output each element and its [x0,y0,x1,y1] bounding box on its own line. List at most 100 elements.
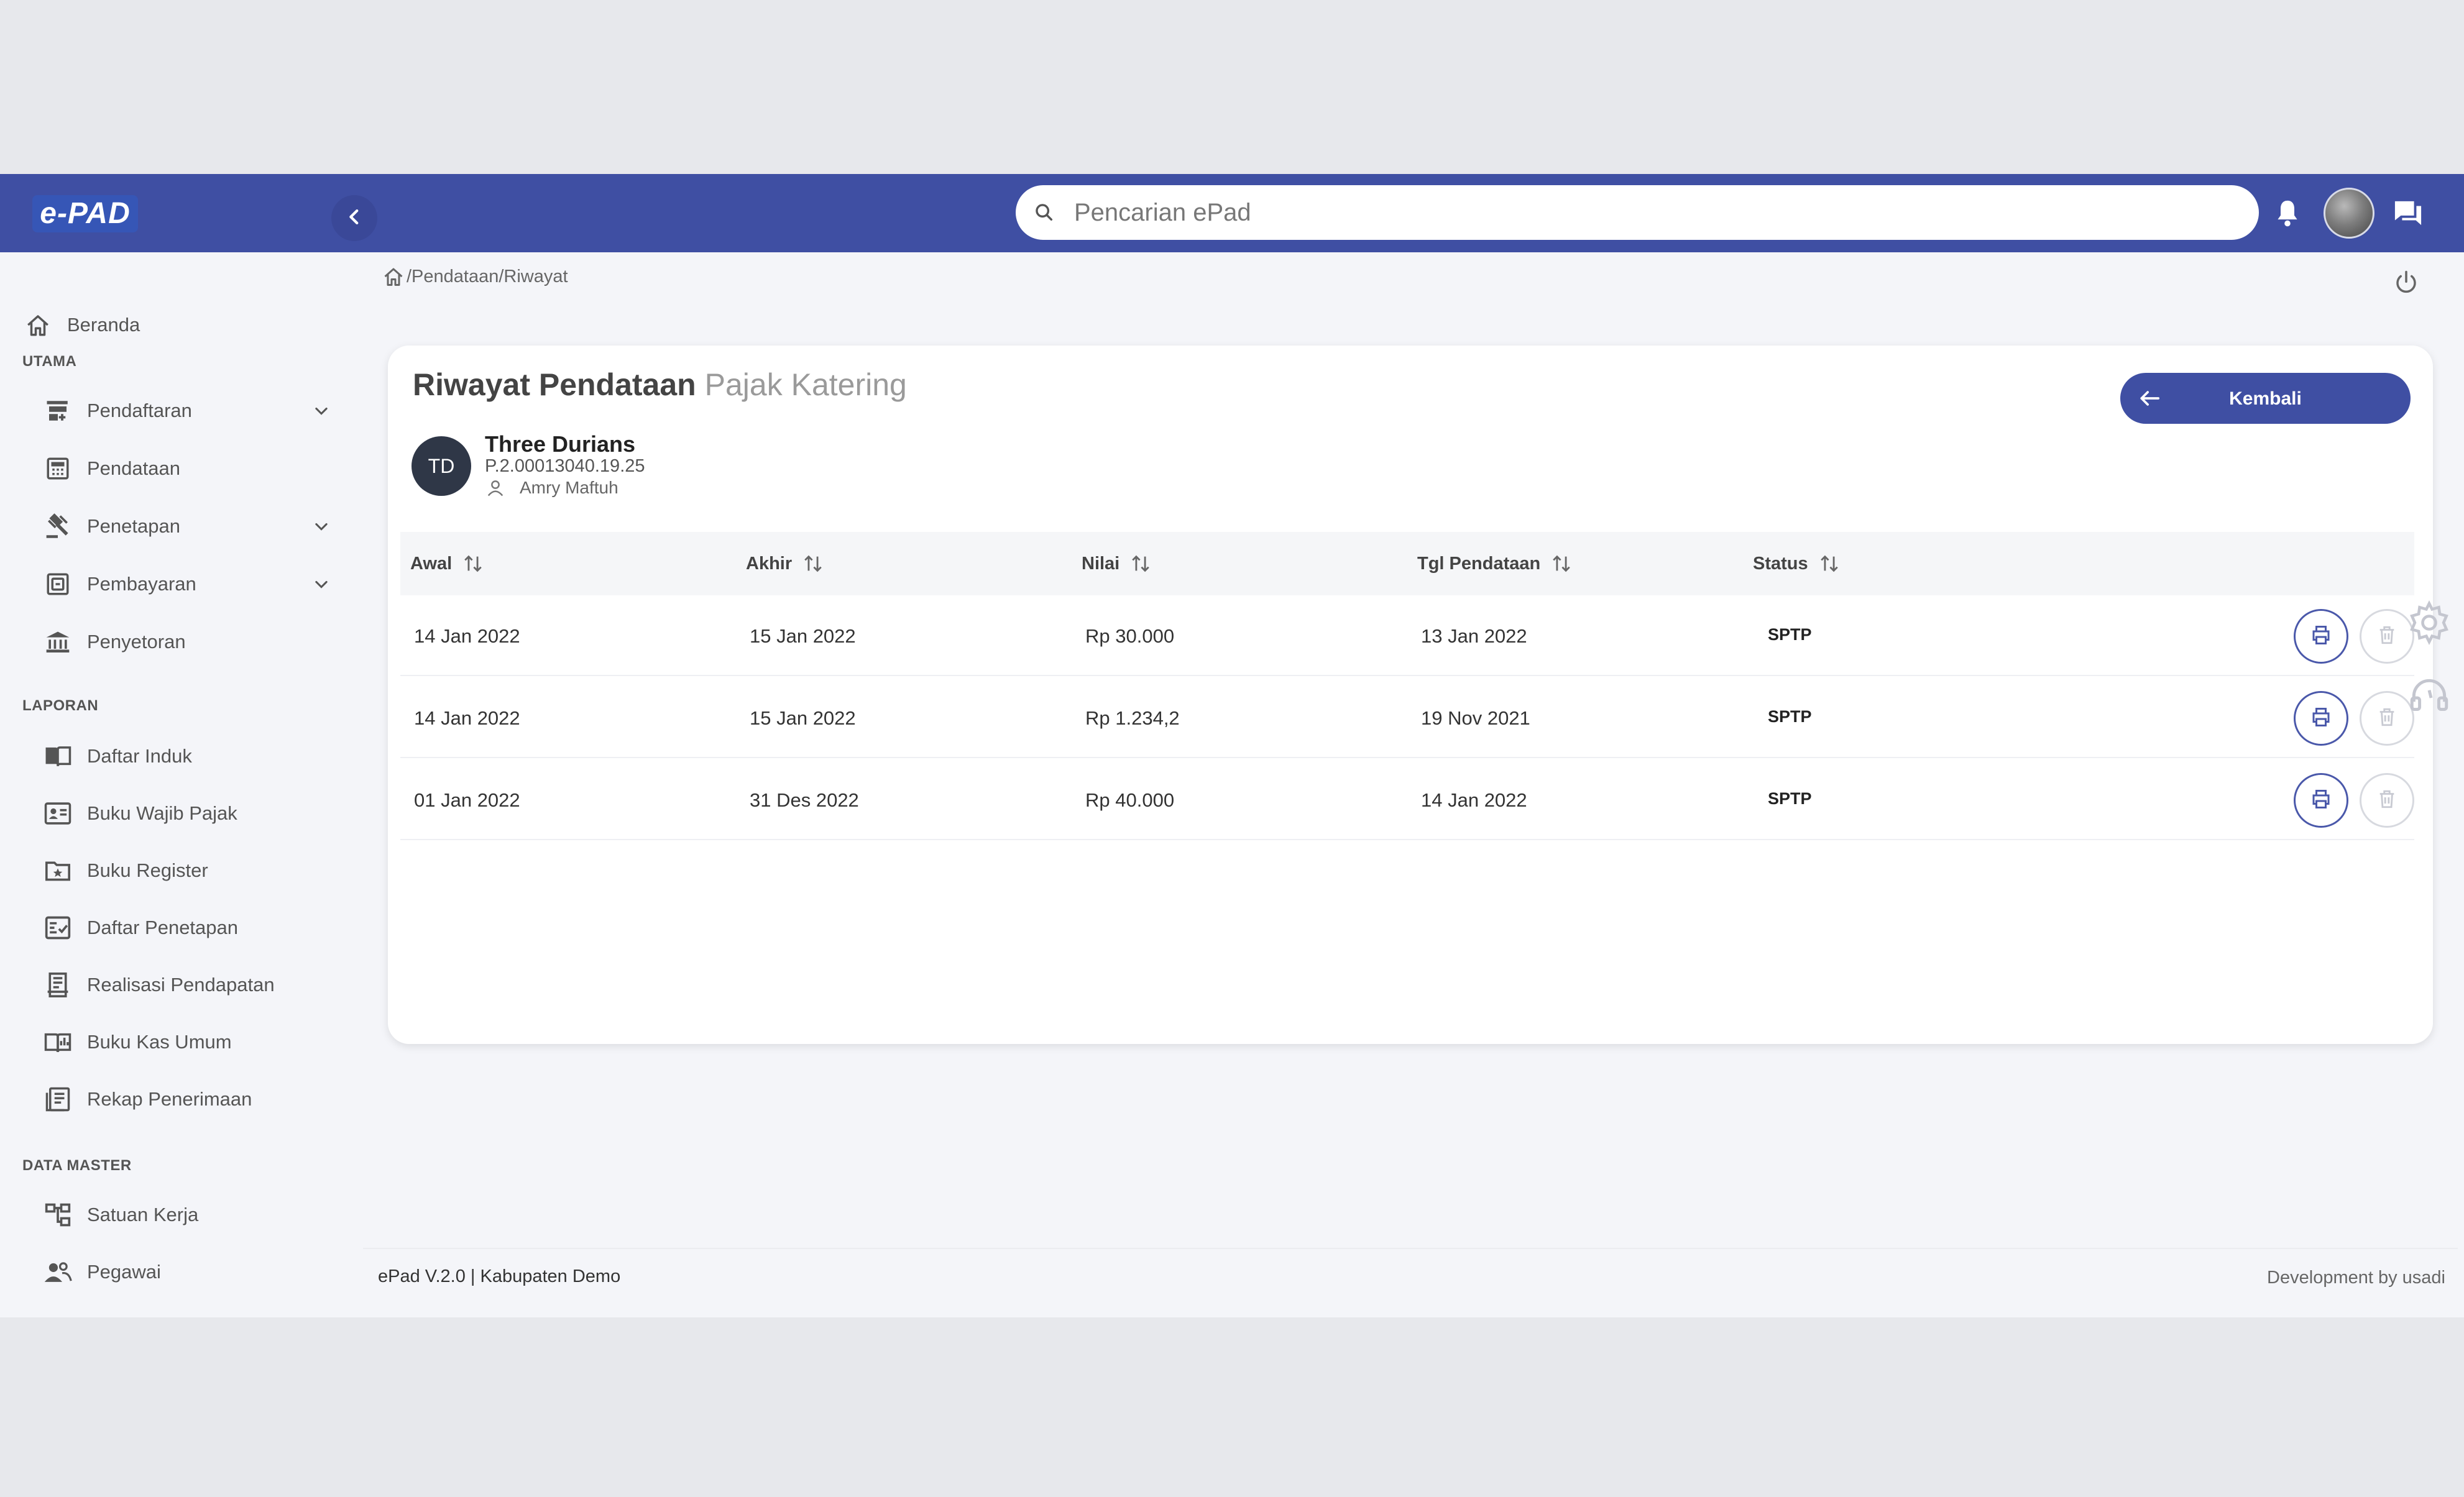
book-open-icon [42,741,73,772]
home-icon[interactable] [382,265,405,288]
sidebar-item-beranda[interactable]: Beranda [0,303,354,347]
calculator-icon [42,453,73,484]
cell-awal: 14 Jan 2022 [414,625,520,647]
power-icon[interactable] [2391,267,2422,298]
sidebar-item-satuan-kerja[interactable]: Satuan Kerja [0,1193,354,1237]
support-headset-icon[interactable] [2404,671,2454,721]
sidebar-item-label: Rekap Penerimaan [87,1088,252,1110]
search-bar[interactable] [1016,185,2259,240]
column-label: Akhir [746,553,793,574]
footer: ePad V.2.0 | Kabupaten Demo Development … [363,1248,2458,1298]
receipt-icon [42,969,73,1000]
breadcrumb: /Pendataan/Riwayat [382,265,568,288]
id-card-icon [42,798,73,829]
trash-icon [2377,625,2397,649]
chevron-left-icon [344,206,365,231]
sidebar-item-label: Beranda [67,314,140,336]
table-row: 01 Jan 2022 31 Des 2022 Rp 40.000 14 Jan… [400,759,2414,840]
search-input[interactable] [1074,198,2224,227]
cell-awal: 01 Jan 2022 [414,789,520,811]
user-avatar[interactable] [2324,188,2374,239]
notification-bell-icon[interactable] [2264,190,2311,237]
cell-nilai: Rp 40.000 [1085,789,1175,811]
sort-icon[interactable] [1549,552,1574,575]
sidebar-item-label: Satuan Kerja [87,1204,199,1225]
table-row: 14 Jan 2022 15 Jan 2022 Rp 30.000 13 Jan… [400,595,2414,676]
sort-icon[interactable] [1817,552,1842,575]
section-heading-laporan: LAPORAN [22,697,99,714]
print-button[interactable] [2294,609,2348,664]
home-icon [22,309,53,341]
gavel-icon [42,511,73,542]
user-icon [485,477,506,498]
cell-awal: 14 Jan 2022 [414,707,520,729]
column-label: Status [1753,553,1808,574]
sort-icon[interactable] [461,552,485,575]
sidebar-item-buku-wajib-pajak[interactable]: Buku Wajib Pajak [0,792,354,835]
entity-owner: Amry Maftuh [485,477,618,498]
print-button[interactable] [2294,773,2348,828]
title-sub: Pajak Katering [704,367,907,402]
cell-akhir: 31 Des 2022 [750,789,859,811]
printer-icon [2310,788,2332,813]
chevron-down-icon [311,574,332,595]
print-button[interactable] [2294,691,2348,746]
cell-status: SPTP [1768,707,1812,726]
top-bar: e-PAD [0,174,2464,252]
sort-icon[interactable] [1128,552,1153,575]
chevron-down-icon [311,400,332,421]
sidebar-item-penyetoran[interactable]: Penyetoran [0,620,354,664]
cell-status: SPTP [1768,625,1812,644]
breadcrumb-path: /Pendataan/Riwayat [407,266,568,286]
sidebar-item-label: Buku Kas Umum [87,1031,232,1053]
sidebar-item-rekap-penerimaan[interactable]: Rekap Penerimaan [0,1078,354,1121]
column-header-tgl-pendataan[interactable]: Tgl Pendataan [1417,552,1574,575]
document-list-icon [42,1084,73,1115]
trash-icon [2377,707,2397,731]
sidebar-item-buku-kas-umum[interactable]: Buku Kas Umum [0,1020,354,1064]
entity-avatar: TD [411,436,471,496]
sidebar-item-label: Realisasi Pendapatan [87,974,275,996]
sidebar-item-label: Penetapan [87,515,180,537]
sidebar-item-label: Pembayaran [87,573,196,595]
column-header-akhir[interactable]: Akhir [746,552,825,575]
sidebar-item-label: Daftar Induk [87,745,192,767]
sidebar-item-penetapan[interactable]: Penetapan [0,505,354,548]
cell-nilai: Rp 1.234,2 [1085,707,1180,729]
cell-akhir: 15 Jan 2022 [750,625,856,647]
section-heading-utama: UTAMA [22,353,77,370]
sidebar-item-pembayaran[interactable]: Pembayaran [0,562,354,606]
sidebar-item-buku-register[interactable]: Buku Register [0,849,354,892]
printer-icon [2310,706,2332,731]
settings-gear-icon[interactable] [2404,598,2454,648]
sidebar-collapse-button[interactable] [331,195,377,241]
footer-credit: Development by usadi [2267,1268,2445,1288]
sidebar-item-pendaftaran[interactable]: Pendaftaran [0,389,354,433]
chat-icon[interactable] [2384,190,2432,237]
sidebar-item-realisasi-pendapatan[interactable]: Realisasi Pendapatan [0,963,354,1007]
delete-button[interactable] [2360,773,2414,828]
sidebar-item-label: Pegawai [87,1261,161,1283]
checklist-icon [42,912,73,943]
org-chart-icon [42,1199,73,1230]
table-header: Awal Akhir Nilai Tgl Pendataan Status [400,532,2414,595]
sidebar-item-pegawai[interactable]: Pegawai [0,1250,354,1294]
back-button[interactable]: Kembali [2120,373,2411,424]
section-heading-data-master: DATA MASTER [22,1157,132,1174]
sidebar-item-label: Buku Register [87,859,208,881]
sort-icon[interactable] [801,552,825,575]
sidebar-item-pendataan[interactable]: Pendataan [0,447,354,490]
sidebar-item-label: Pendaftaran [87,400,192,421]
column-header-status[interactable]: Status [1753,552,1842,575]
sidebar-item-daftar-penetapan[interactable]: Daftar Penetapan [0,906,354,950]
sidebar-item-label: Pendataan [87,457,180,479]
column-header-awal[interactable]: Awal [410,552,485,575]
column-header-nilai[interactable]: Nilai [1082,552,1153,575]
entity-code: P.2.00013040.19.25 [485,456,645,476]
title-main: Riwayat Pendataan [413,367,696,402]
sidebar-item-daftar-induk[interactable]: Daftar Induk [0,735,354,778]
epad-logo[interactable]: e-PAD [32,195,138,232]
page-title: Riwayat Pendataan Pajak Katering [413,367,907,403]
people-icon [42,1257,73,1288]
cell-tgl-pendataan: 13 Jan 2022 [1421,625,1527,647]
